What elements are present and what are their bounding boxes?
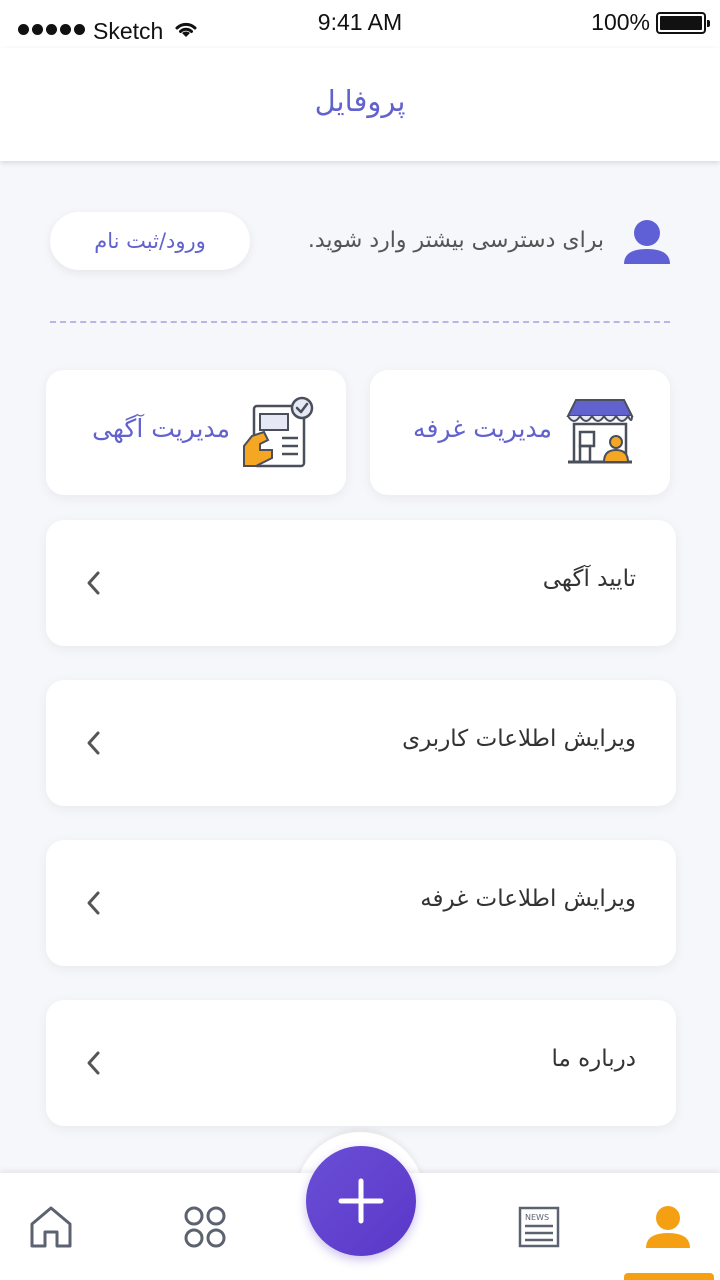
menu-item-label: ویرایش اطلاعات غرفه bbox=[420, 886, 636, 912]
menu-item-about-us[interactable]: درباره ما bbox=[46, 1000, 676, 1126]
chevron-left-icon bbox=[87, 1051, 100, 1075]
add-button[interactable] bbox=[306, 1146, 416, 1256]
login-row: برای دسترسی بیشتر وارد شوید. ورود/ثبت نا… bbox=[0, 210, 720, 274]
nav-news-icon[interactable]: NEWS bbox=[518, 1206, 560, 1248]
nav-profile-icon[interactable] bbox=[644, 1204, 692, 1250]
app-header: پروفایل bbox=[0, 48, 720, 161]
battery-percentage: 100% bbox=[591, 9, 650, 35]
login-message: برای دسترسی بیشتر وارد شوید. bbox=[307, 228, 604, 253]
menu-item-label: ویرایش اطلاعات کاربری bbox=[402, 726, 636, 752]
booth-management-label: مدیریت غرفه bbox=[413, 414, 552, 443]
user-avatar-icon bbox=[624, 220, 670, 264]
status-bar: Sketch 9:41 AM 100% bbox=[0, 0, 720, 48]
nav-categories-icon[interactable] bbox=[184, 1206, 226, 1248]
page-title: پروفایل bbox=[314, 84, 406, 118]
nav-home-icon[interactable] bbox=[28, 1204, 74, 1250]
ad-management-card[interactable]: مدیریت آگهی bbox=[46, 370, 346, 495]
login-register-button[interactable]: ورود/ثبت نام bbox=[50, 212, 250, 270]
menu-item-label: درباره ما bbox=[551, 1046, 636, 1072]
plus-icon bbox=[338, 1178, 384, 1224]
menu-item-edit-booth-info[interactable]: ویرایش اطلاعات غرفه bbox=[46, 840, 676, 966]
battery-group: 100% bbox=[591, 9, 710, 36]
divider bbox=[50, 321, 670, 323]
menu-item-edit-user-info[interactable]: ویرایش اطلاعات کاربری bbox=[46, 680, 676, 806]
news-label: NEWS bbox=[525, 1213, 549, 1222]
ad-document-icon bbox=[243, 396, 314, 468]
menu-item-approve-ad[interactable]: تایید آگهی bbox=[46, 520, 676, 646]
menu-item-label: تایید آگهی bbox=[542, 566, 636, 592]
chevron-left-icon bbox=[87, 731, 100, 755]
booth-management-card[interactable]: مدیریت غرفه bbox=[370, 370, 670, 495]
chevron-left-icon bbox=[87, 571, 100, 595]
storefront-icon bbox=[566, 399, 634, 464]
ad-management-label: مدیریت آگهی bbox=[92, 414, 230, 443]
active-tab-indicator bbox=[624, 1273, 714, 1280]
chevron-left-icon bbox=[87, 891, 100, 915]
battery-icon bbox=[656, 11, 710, 34]
